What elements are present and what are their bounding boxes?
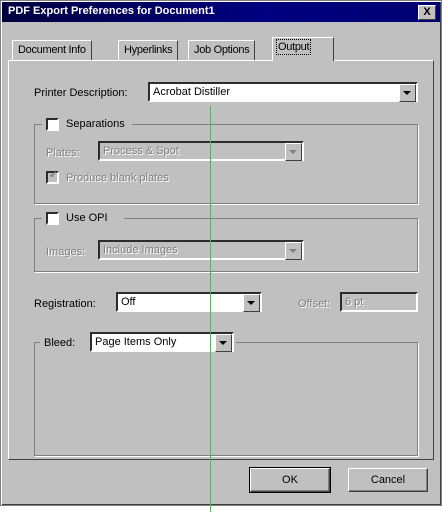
- chevron-down-icon[interactable]: [285, 143, 302, 161]
- chevron-down-icon[interactable]: [243, 294, 260, 312]
- separations-group: [34, 124, 418, 204]
- tab-label: Job Options: [194, 44, 250, 56]
- registration-value: Off: [121, 296, 136, 308]
- window-title: PDF Export Preferences for Document1: [8, 5, 215, 17]
- separations-checkbox-label: Separations: [66, 118, 125, 130]
- plates-label: Plates:: [46, 147, 80, 159]
- bleed-group: [34, 342, 418, 456]
- offset-value: 6 pt: [345, 296, 364, 308]
- tab-hyperlinks[interactable]: Hyperlinks: [118, 40, 179, 60]
- chevron-down-icon[interactable]: [215, 334, 232, 352]
- bleed-value: Page Items Only: [95, 336, 177, 348]
- images-label: Images:: [46, 246, 86, 258]
- cancel-button[interactable]: Cancel: [348, 468, 428, 492]
- ok-button[interactable]: OK: [249, 467, 331, 493]
- plates-value: Process & Spot: [103, 145, 179, 157]
- separations-checkbox[interactable]: [46, 118, 59, 131]
- bleed-header: Bleed: Page Items Only: [40, 332, 236, 354]
- offset-label: Offset:: [298, 298, 331, 310]
- printer-description-label: Printer Description:: [34, 87, 128, 99]
- registration-select[interactable]: Off: [116, 292, 262, 312]
- chevron-down-icon[interactable]: [285, 242, 302, 260]
- images-select[interactable]: Include Images: [98, 240, 304, 260]
- opi-header: Use OPI: [42, 210, 124, 228]
- separations-header: Separations: [42, 116, 132, 134]
- bleed-select[interactable]: Page Items Only: [90, 332, 234, 352]
- tab-label: Hyperlinks: [124, 44, 173, 56]
- checkmark-icon: ✔: [49, 170, 58, 181]
- produce-blank-plates-label: Produce blank plates: [66, 172, 169, 184]
- produce-blank-plates-checkbox[interactable]: ✔: [46, 170, 59, 184]
- tab-job-options[interactable]: Job Options: [188, 40, 256, 60]
- use-opi-checkbox[interactable]: [46, 212, 59, 225]
- printer-description-select[interactable]: Acrobat Distiller: [148, 82, 418, 102]
- offset-field[interactable]: 6 pt: [340, 292, 418, 312]
- close-button[interactable]: X: [418, 5, 436, 20]
- printer-description-value: Acrobat Distiller: [153, 86, 231, 98]
- use-opi-label: Use OPI: [66, 212, 108, 224]
- tab-output[interactable]: Output: [272, 37, 334, 61]
- vertical-guide-line: [210, 106, 211, 512]
- tab-document-info[interactable]: Document Info: [12, 40, 92, 60]
- plates-select[interactable]: Process & Spot: [98, 141, 304, 161]
- registration-label: Registration:: [34, 298, 96, 310]
- tab-label: Output: [275, 39, 312, 55]
- tab-label: Document Info: [18, 44, 86, 56]
- title-bar[interactable]: PDF Export Preferences for Document1 X: [2, 2, 440, 22]
- bleed-label: Bleed:: [44, 337, 76, 349]
- images-value: Include Images: [103, 244, 178, 256]
- chevron-down-icon[interactable]: [399, 84, 416, 102]
